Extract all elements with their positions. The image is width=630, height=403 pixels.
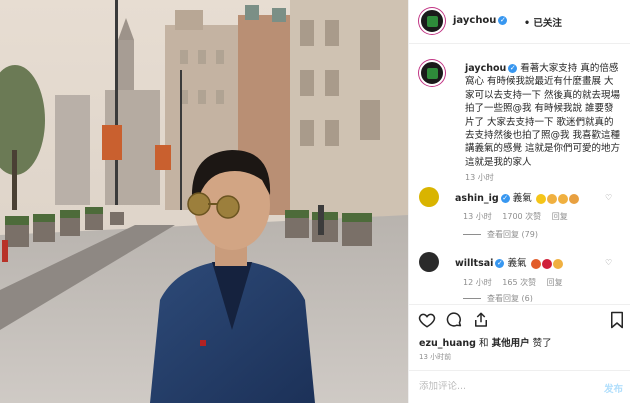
- caption: jaychou ✓ 看著大家支持 真的倍感窩心 有時候我說最近有什麼畫展 大家可以…: [465, 62, 623, 169]
- comment-like-icon[interactable]: ♡: [605, 193, 612, 202]
- likes-user[interactable]: ezu_huang: [419, 338, 476, 349]
- comment-reply-button[interactable]: 回复: [552, 212, 568, 221]
- caption-username[interactable]: jaychou: [465, 63, 506, 74]
- replies-line: [463, 234, 481, 235]
- caption-time[interactable]: 13 小时: [465, 172, 494, 183]
- comment-reply-button[interactable]: 回复: [547, 278, 563, 287]
- caption-avatar[interactable]: [419, 60, 445, 86]
- comment-icon[interactable]: [445, 311, 463, 329]
- likes-suffix: 赞了: [532, 338, 552, 349]
- follow-status-group: • 已关注: [524, 15, 562, 29]
- comment-username[interactable]: ashin_ig: [455, 193, 499, 204]
- comment-text: 義氣: [507, 258, 527, 269]
- likes-conj: 和: [479, 338, 489, 349]
- clap-emoji-icon: [546, 193, 557, 204]
- comment-avatar[interactable]: [419, 252, 439, 272]
- actions-divider: [409, 304, 630, 305]
- comment-text: 義氣: [512, 193, 532, 204]
- view-replies-label: 查看回复 (79): [487, 230, 538, 239]
- separator-dot: •: [524, 18, 531, 29]
- author-avatar[interactable]: [419, 8, 445, 34]
- verified-icon: ✓: [508, 64, 518, 73]
- instagram-post-view: jaychou ✓ • 已关注 jaychou ✓ 看著大家支持 真的倍感窩心 有時…: [0, 0, 630, 403]
- comment-row: ashin_ig ✓ 義氣: [455, 190, 579, 204]
- view-replies[interactable]: 查看回复 (6): [463, 293, 533, 302]
- comment-time[interactable]: 12 小时: [463, 278, 492, 287]
- comment-likes[interactable]: 1700 次赞: [502, 212, 541, 221]
- comment-avatar[interactable]: [419, 187, 439, 207]
- comment-meta: 13 小时 1700 次赞 回复: [463, 211, 568, 222]
- heart-emoji-icon: [541, 258, 552, 269]
- fire-emoji-icon: [530, 258, 541, 269]
- clap-emoji-icon: [557, 193, 568, 204]
- caption-text: 看著大家支持 真的倍感窩心 有時候我說最近有什麼畫展 大家可以去支持一下 然後真…: [465, 63, 621, 168]
- add-comment-bar: 发布: [409, 370, 630, 403]
- comment-username[interactable]: willtsai: [455, 258, 493, 269]
- likes-line: ezu_huang 和 其他用户 赞了: [419, 335, 552, 349]
- verified-icon: ✓: [500, 194, 510, 203]
- view-replies-label: 查看回复 (6): [487, 294, 533, 302]
- view-replies[interactable]: 查看回复 (79): [463, 229, 538, 240]
- post-comment-button[interactable]: 发布: [604, 381, 623, 395]
- heart-icon[interactable]: [418, 311, 436, 329]
- street-scene-image: [0, 0, 408, 403]
- header-username[interactable]: jaychou: [453, 15, 496, 26]
- post-time[interactable]: 13 小时前: [419, 352, 451, 362]
- post-header: jaychou ✓ • 已关注: [409, 0, 630, 44]
- add-comment-input[interactable]: [419, 381, 579, 392]
- header-username-group: jaychou ✓: [453, 15, 508, 26]
- comment-row: willtsai ✓ 義氣: [455, 255, 563, 269]
- bookmark-icon[interactable]: [609, 311, 625, 329]
- hands-emoji-icon: [552, 258, 563, 269]
- share-icon[interactable]: [472, 311, 490, 329]
- comment-likes[interactable]: 165 次赞: [502, 278, 536, 287]
- replies-line: [463, 298, 481, 299]
- comment-time[interactable]: 13 小时: [463, 212, 492, 221]
- fist-emoji-icon: [568, 193, 579, 204]
- verified-icon: ✓: [495, 259, 505, 268]
- smile-emoji-icon: [535, 193, 546, 204]
- follow-status-button[interactable]: 已关注: [533, 18, 562, 29]
- likes-others[interactable]: 其他用户: [492, 338, 530, 349]
- post-photo[interactable]: [0, 0, 408, 403]
- post-sidebar: jaychou ✓ • 已关注 jaychou ✓ 看著大家支持 真的倍感窩心 有時…: [408, 0, 630, 403]
- comment-like-icon[interactable]: ♡: [605, 258, 612, 267]
- comment-meta: 12 小时 165 次赞 回复: [463, 277, 563, 288]
- verified-icon: ✓: [498, 15, 508, 25]
